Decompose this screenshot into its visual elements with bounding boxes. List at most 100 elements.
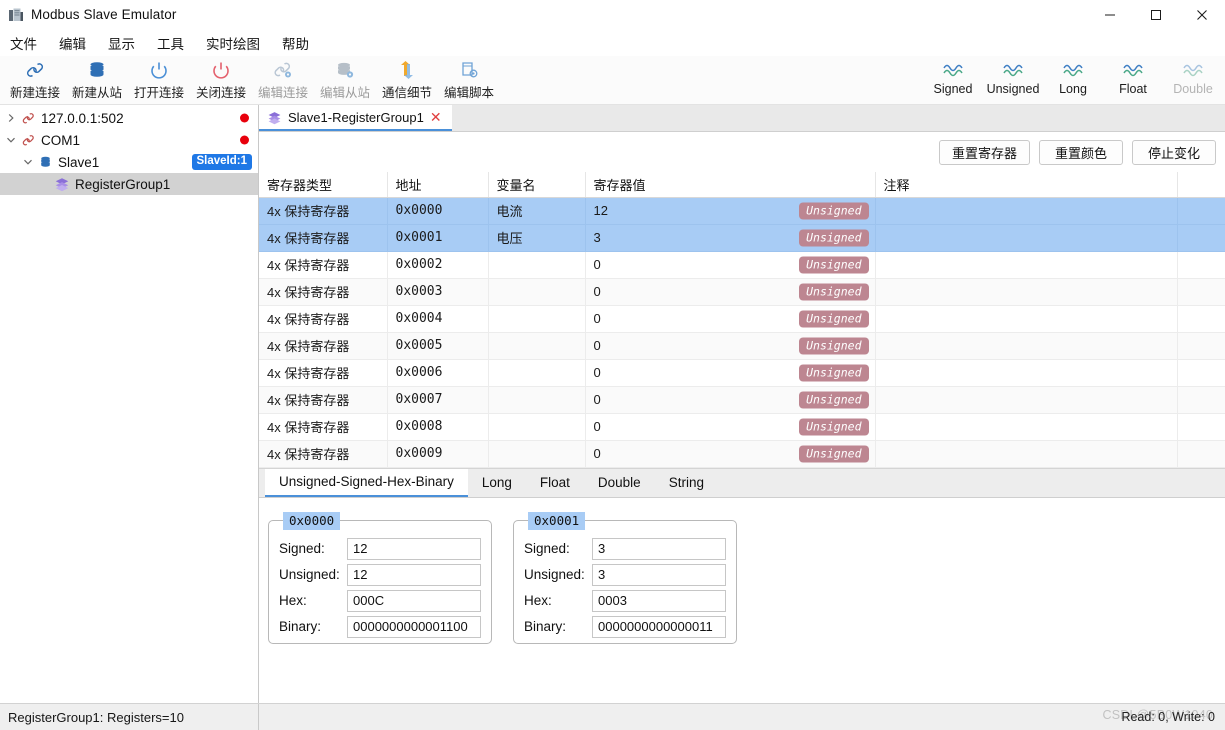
- column-header-comment[interactable]: 注释: [875, 172, 1177, 197]
- tree-item-registergroup1[interactable]: RegisterGroup1: [0, 173, 258, 195]
- cell-register-value[interactable]: 3 Unsigned: [585, 224, 875, 251]
- toolbar-button-new-connection[interactable]: 新建连接: [4, 56, 66, 103]
- power-on-icon: [148, 58, 170, 81]
- signed-input[interactable]: 3: [592, 538, 726, 560]
- minimize-button[interactable]: [1087, 0, 1133, 30]
- table-row[interactable]: 4x 保持寄存器 0x0005 0 Unsigned: [259, 332, 1225, 359]
- cell-comment[interactable]: [875, 197, 1177, 224]
- cell-register-value[interactable]: 0 Unsigned: [585, 305, 875, 332]
- column-header-extra[interactable]: [1177, 172, 1225, 197]
- cell-comment[interactable]: [875, 278, 1177, 305]
- tree-item-tcp-connection[interactable]: 127.0.0.1:502: [0, 107, 258, 129]
- cell-variable-name[interactable]: 电流: [488, 197, 585, 224]
- cell-variable-name[interactable]: [488, 332, 585, 359]
- table-row[interactable]: 4x 保持寄存器 0x0004 0 Unsigned: [259, 305, 1225, 332]
- tree-item-com1[interactable]: COM1: [0, 129, 258, 151]
- chevron-down-icon[interactable]: [4, 135, 18, 145]
- cell-variable-name[interactable]: [488, 359, 585, 386]
- toolbar-label: 通信细节: [382, 82, 432, 101]
- table-row[interactable]: 4x 保持寄存器 0x0007 0 Unsigned: [259, 386, 1225, 413]
- cell-comment[interactable]: [875, 359, 1177, 386]
- close-icon[interactable]: ✕: [430, 110, 442, 124]
- cell-register-type: 4x 保持寄存器: [259, 278, 387, 305]
- tab-double[interactable]: Double: [584, 469, 655, 497]
- cell-register-value[interactable]: 0 Unsigned: [585, 440, 875, 467]
- cell-register-value[interactable]: 0 Unsigned: [585, 359, 875, 386]
- hex-input[interactable]: 0003: [592, 590, 726, 612]
- cell-comment[interactable]: [875, 440, 1177, 467]
- toolbar-button-open-connection[interactable]: 打开连接: [128, 56, 190, 103]
- toolbar-button-double[interactable]: Double: [1163, 56, 1223, 103]
- cell-register-value[interactable]: 0 Unsigned: [585, 278, 875, 305]
- close-button[interactable]: [1179, 0, 1225, 30]
- menu-item-realtime-plot[interactable]: 实时绘图: [206, 33, 260, 53]
- menu-item-tools[interactable]: 工具: [157, 33, 184, 53]
- cell-value-text: 0: [594, 365, 601, 380]
- table-row[interactable]: 4x 保持寄存器 0x0009 0 Unsigned: [259, 440, 1225, 467]
- toolbar-button-new-slave[interactable]: 新建从站: [66, 56, 128, 103]
- document-tab-slave1-registergroup1[interactable]: Slave1-RegisterGroup1 ✕: [259, 105, 452, 131]
- cell-variable-name[interactable]: [488, 386, 585, 413]
- cell-variable-name[interactable]: [488, 251, 585, 278]
- cell-variable-name[interactable]: [488, 278, 585, 305]
- column-header-address[interactable]: 地址: [387, 172, 488, 197]
- binary-input[interactable]: 0000000000001100: [347, 616, 481, 638]
- cell-value-text: 0: [594, 419, 601, 434]
- menu-item-edit[interactable]: 编辑: [59, 33, 86, 53]
- column-header-register-type[interactable]: 寄存器类型: [259, 172, 387, 197]
- main-body: 127.0.0.1:502 COM1: [0, 105, 1225, 703]
- chevron-right-icon[interactable]: [4, 113, 18, 123]
- stop-changes-button[interactable]: 停止变化: [1132, 140, 1216, 165]
- table-row[interactable]: 4x 保持寄存器 0x0001 电压 3 Unsigned: [259, 224, 1225, 251]
- toolbar-button-long[interactable]: Long: [1043, 56, 1103, 103]
- chevron-down-icon[interactable]: [21, 157, 35, 167]
- hex-input[interactable]: 000C: [347, 590, 481, 612]
- cell-register-value[interactable]: 0 Unsigned: [585, 413, 875, 440]
- cell-variable-name[interactable]: [488, 305, 585, 332]
- tab-long[interactable]: Long: [468, 469, 526, 497]
- toolbar-button-edit-connection[interactable]: 编辑连接: [252, 56, 314, 103]
- menu-item-file[interactable]: 文件: [10, 33, 37, 53]
- binary-input[interactable]: 0000000000000011: [592, 616, 726, 638]
- cell-register-value[interactable]: 0 Unsigned: [585, 386, 875, 413]
- status-badge: Unsigned: [799, 391, 868, 408]
- cell-variable-name[interactable]: 电压: [488, 224, 585, 251]
- tab-unsigned-signed-hex-binary[interactable]: Unsigned-Signed-Hex-Binary: [265, 469, 468, 497]
- tab-string[interactable]: String: [655, 469, 718, 497]
- cell-comment[interactable]: [875, 332, 1177, 359]
- tab-float[interactable]: Float: [526, 469, 584, 497]
- cell-variable-name[interactable]: [488, 413, 585, 440]
- toolbar-button-float[interactable]: Float: [1103, 56, 1163, 103]
- table-row[interactable]: 4x 保持寄存器 0x0002 0 Unsigned: [259, 251, 1225, 278]
- cell-comment[interactable]: [875, 386, 1177, 413]
- reset-colors-button[interactable]: 重置颜色: [1039, 140, 1123, 165]
- table-row[interactable]: 4x 保持寄存器 0x0006 0 Unsigned: [259, 359, 1225, 386]
- cell-register-value[interactable]: 0 Unsigned: [585, 332, 875, 359]
- table-row[interactable]: 4x 保持寄存器 0x0000 电流 12 Unsigned: [259, 197, 1225, 224]
- menu-item-help[interactable]: 帮助: [282, 33, 309, 53]
- maximize-button[interactable]: [1133, 0, 1179, 30]
- cell-variable-name[interactable]: [488, 440, 585, 467]
- toolbar-button-unsigned[interactable]: Unsigned: [983, 56, 1043, 103]
- column-header-register-value[interactable]: 寄存器值: [585, 172, 875, 197]
- table-row[interactable]: 4x 保持寄存器 0x0003 0 Unsigned: [259, 278, 1225, 305]
- column-header-variable-name[interactable]: 变量名: [488, 172, 585, 197]
- toolbar-button-edit-slave[interactable]: 编辑从站: [314, 56, 376, 103]
- toolbar-button-edit-script[interactable]: 编辑脚本: [438, 56, 500, 103]
- unsigned-input[interactable]: 12: [347, 564, 481, 586]
- signed-input[interactable]: 12: [347, 538, 481, 560]
- menu-item-view[interactable]: 显示: [108, 33, 135, 53]
- cell-comment[interactable]: [875, 251, 1177, 278]
- cell-register-value[interactable]: 12 Unsigned: [585, 197, 875, 224]
- toolbar-button-signed[interactable]: Signed: [923, 56, 983, 103]
- toolbar-button-close-connection[interactable]: 关闭连接: [190, 56, 252, 103]
- unsigned-input[interactable]: 3: [592, 564, 726, 586]
- cell-comment[interactable]: [875, 224, 1177, 251]
- cell-comment[interactable]: [875, 413, 1177, 440]
- toolbar-button-comm-details[interactable]: 通信细节: [376, 56, 438, 103]
- tree-item-slave1[interactable]: Slave1 SlaveId:1: [0, 151, 258, 173]
- reset-registers-button[interactable]: 重置寄存器: [939, 140, 1030, 165]
- table-row[interactable]: 4x 保持寄存器 0x0008 0 Unsigned: [259, 413, 1225, 440]
- cell-register-value[interactable]: 0 Unsigned: [585, 251, 875, 278]
- cell-comment[interactable]: [875, 305, 1177, 332]
